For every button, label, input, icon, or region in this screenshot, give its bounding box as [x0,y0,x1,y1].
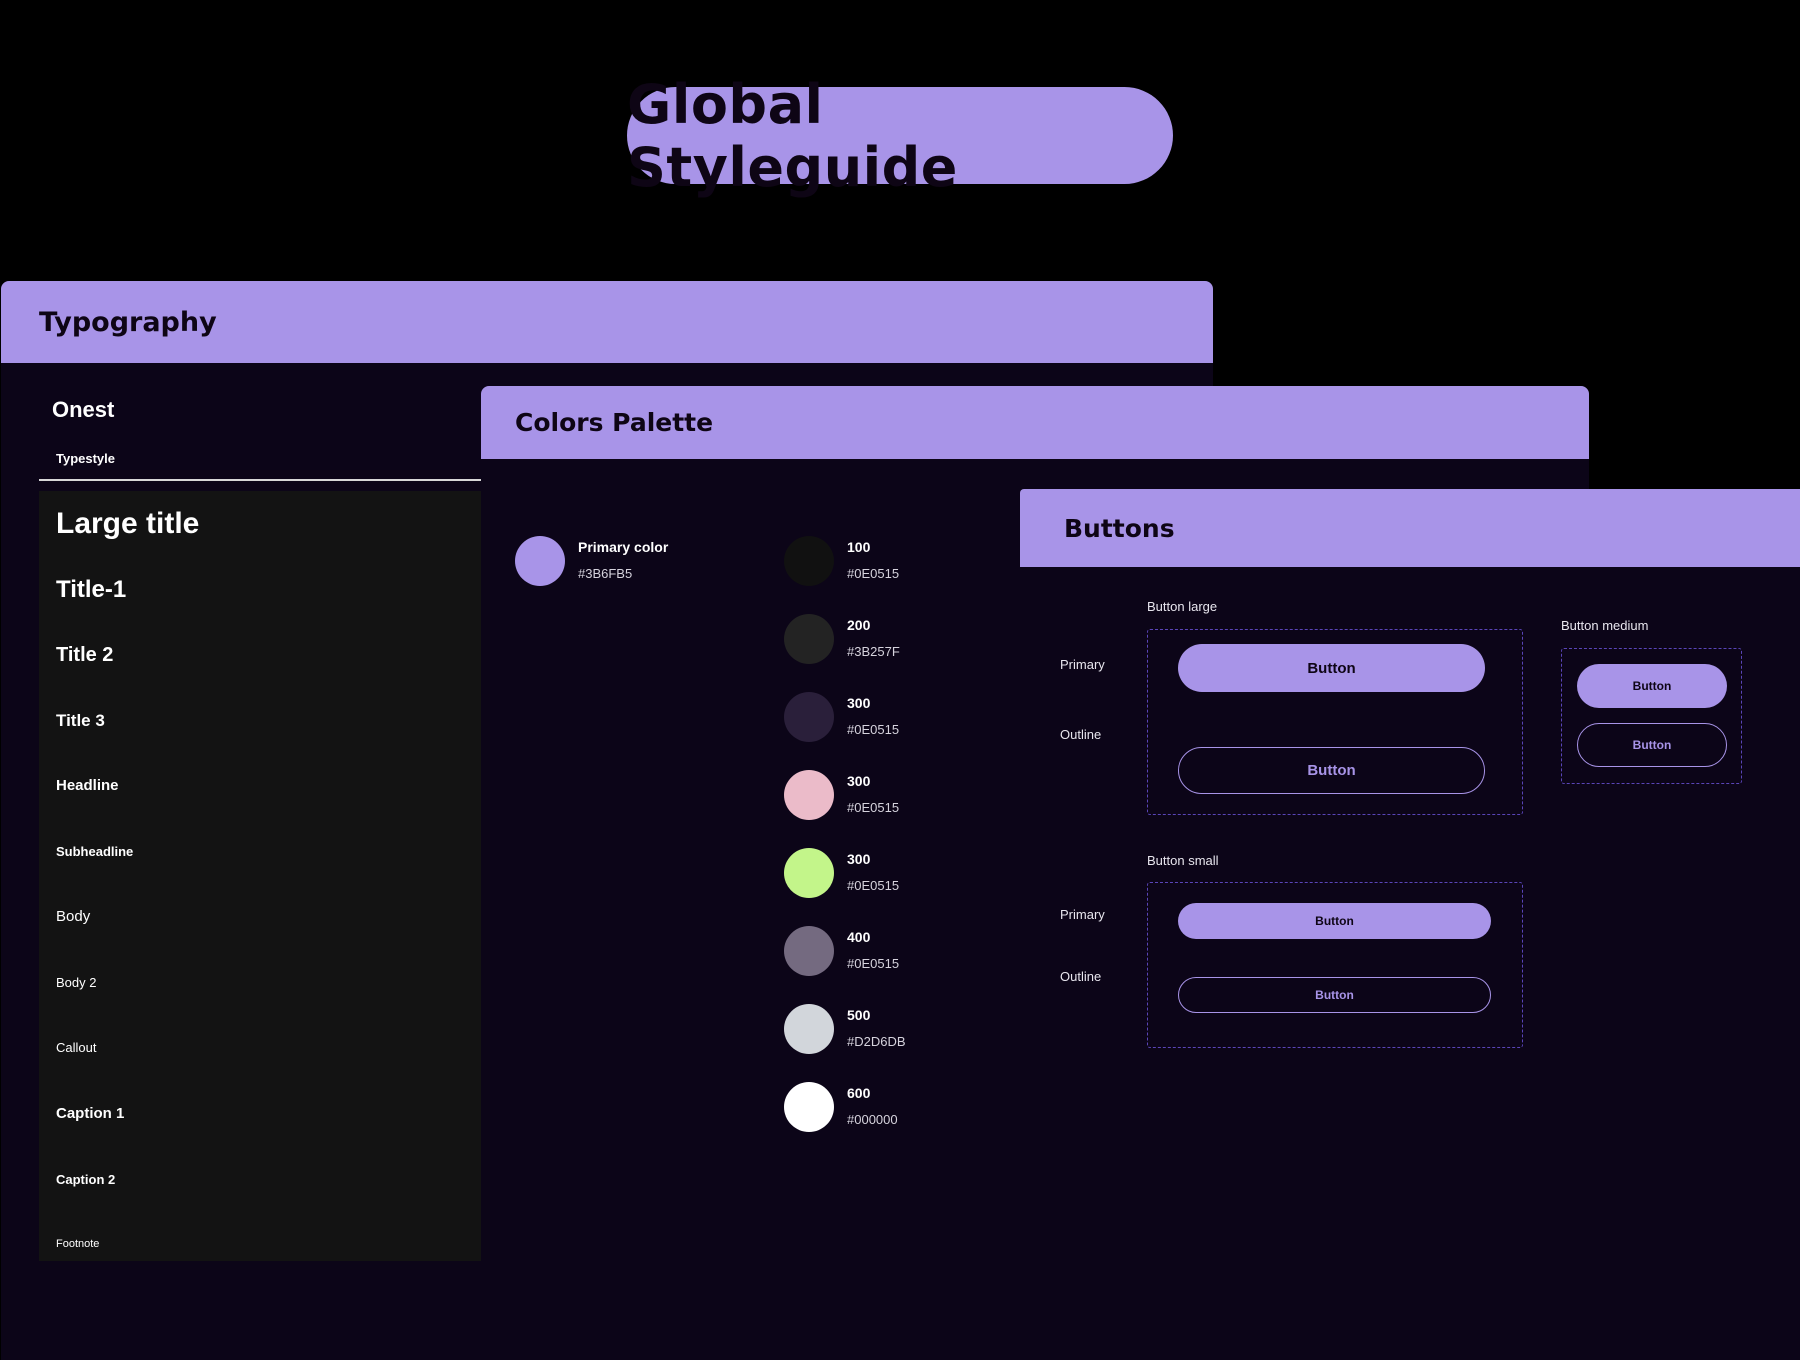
colors-palette-header: Colors Palette [481,386,1589,459]
button-medium-label: Button medium [1561,618,1649,633]
color-name: 500 [847,1007,871,1023]
typestyle-caption-2: Caption 2 [56,1172,116,1187]
color-swatch-300-green [784,848,834,898]
color-swatch-100 [784,536,834,586]
typestyle-callout: Callout [56,1040,97,1055]
color-hex: #D2D6DB [847,1034,906,1049]
typography-header: Typography [1,281,1213,363]
typestyle-headline: Headline [56,777,119,794]
font-name: Onest [52,397,115,422]
color-swatch-600 [784,1082,834,1132]
typestyle-title-3: Title 3 [56,711,105,730]
color-hex: #000000 [847,1112,898,1127]
primary-color-swatch [515,536,565,586]
color-name: 300 [847,851,871,867]
typestyle-list: Large title Title-1 Title 2 Title 3 Head… [39,491,481,1261]
color-name: 300 [847,773,871,789]
buttons-panel: Buttons Button large Primary Outline But… [1020,489,1800,1360]
typestyle-caption-1: Caption 1 [56,1105,125,1122]
button-large-label: Button large [1147,599,1218,614]
large-outline-button[interactable]: Button [1178,747,1485,794]
typestyle-large-title: Large title [56,507,200,540]
color-hex: #0E0515 [847,800,900,815]
typestyle-subheadline: Subheadline [56,844,134,859]
outline-row-label: Outline [1060,969,1102,984]
primary-row-label: Primary [1060,657,1105,672]
page-title: Global Styleguide [627,73,1173,199]
color-hex: #0E0515 [847,566,900,581]
typestyle-divider [39,479,481,481]
color-name: 300 [847,695,871,711]
color-hex: #0E0515 [847,722,900,737]
buttons-header: Buttons [1020,489,1800,567]
primary-color-name: Primary color [578,539,669,555]
outline-row-label: Outline [1060,727,1102,742]
color-name: 400 [847,929,871,945]
large-primary-button[interactable]: Button [1178,644,1485,692]
color-swatch-300 [784,692,834,742]
button-small-label: Button small [1147,853,1219,868]
typestyle-body: Body [56,908,91,925]
small-outline-button[interactable]: Button [1178,977,1491,1013]
color-swatch-400 [784,926,834,976]
color-name: 600 [847,1085,871,1101]
typestyle-title-1: Title-1 [56,576,127,603]
color-swatch-300-pink [784,770,834,820]
medium-outline-button[interactable]: Button [1577,723,1727,767]
primary-row-label: Primary [1060,907,1105,922]
color-hex: #0E0515 [847,956,900,971]
typestyle-label: Typestyle [56,451,116,466]
color-name: 100 [847,539,871,555]
color-hex: #0E0515 [847,878,900,893]
color-name: 200 [847,617,871,633]
medium-primary-button[interactable]: Button [1577,664,1727,708]
color-swatch-500 [784,1004,834,1054]
typestyle-footnote: Footnote [56,1238,100,1250]
color-hex: #3B257F [847,644,900,659]
typestyle-body-2: Body 2 [56,975,97,990]
primary-color-hex: #3B6FB5 [578,566,633,581]
color-swatch-200 [784,614,834,664]
small-primary-button[interactable]: Button [1178,903,1491,939]
typestyle-title-2: Title 2 [56,644,114,666]
